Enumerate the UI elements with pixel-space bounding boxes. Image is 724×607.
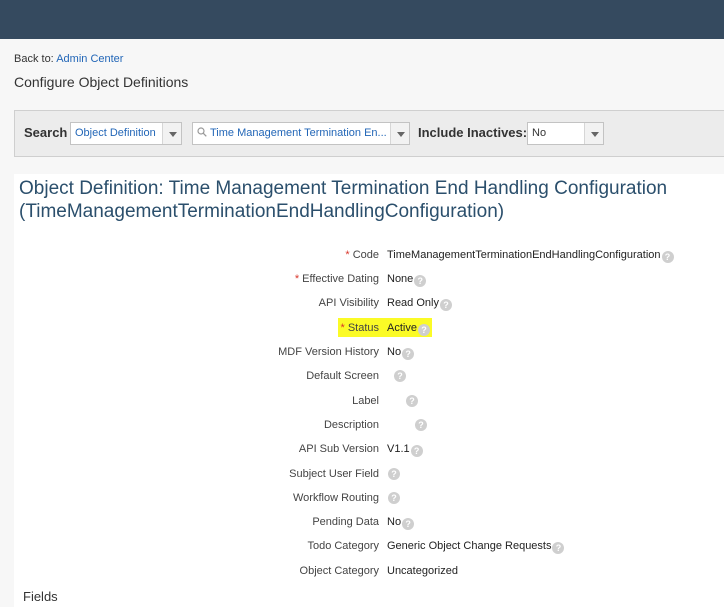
property-label: Object Category (300, 565, 379, 577)
property-row: Pending Data No? (0, 514, 724, 532)
property-row: API Visibility Read Only? (0, 295, 724, 313)
property-value-text: V1.1 (387, 443, 410, 455)
property-value: Generic Object Change Requests? (387, 540, 565, 554)
property-label: Pending Data (312, 516, 379, 528)
property-value-text: Generic Object Change Requests (387, 540, 552, 552)
property-label: * Status (340, 322, 379, 334)
object-search-dropdown[interactable]: Time Management Termination En... (192, 122, 410, 145)
property-label: Workflow Routing (293, 492, 379, 504)
title-line-2: (TimeManagementTerminationEndHandlingCon… (19, 201, 505, 222)
help-icon[interactable]: ? (394, 370, 406, 382)
required-marker: * (294, 273, 300, 285)
required-marker: * (340, 322, 345, 334)
property-label-text: Description (323, 419, 379, 431)
property-label-text: Status (347, 322, 379, 334)
property-row: Default Screen? (0, 368, 724, 386)
title-line-1: Object Definition: Time Management Termi… (19, 178, 668, 199)
object-definition-title: Object Definition: Time Management Termi… (19, 177, 719, 223)
include-inactives-dropdown[interactable]: No (527, 122, 604, 145)
help-icon[interactable]: ? (388, 492, 400, 504)
property-value: TimeManagementTerminationEndHandlingConf… (387, 249, 674, 263)
property-label: API Sub Version (299, 443, 379, 455)
help-icon[interactable]: ? (402, 518, 415, 530)
property-label-text: Default Screen (306, 370, 379, 382)
property-label: Label (352, 395, 379, 407)
search-icon (197, 127, 207, 137)
property-label-text: Subject User Field (289, 468, 379, 480)
help-icon[interactable]: ? (410, 445, 423, 457)
property-value-text: None (387, 273, 414, 285)
property-value: No? (387, 346, 415, 360)
chevron-down-icon (162, 123, 181, 144)
property-row: MDF Version History No? (0, 344, 724, 362)
fields-heading: Fields (23, 589, 58, 604)
property-label: MDF Version History (278, 346, 379, 358)
property-label: Todo Category (307, 540, 379, 552)
property-label-text: Code (352, 249, 379, 261)
object-search-value: Time Management Termination En... (210, 127, 387, 139)
property-label-text: MDF Version History (278, 346, 379, 358)
property-row: Description? (0, 417, 724, 435)
back-prefix: Back to: (14, 53, 54, 65)
property-label-text: Label (352, 395, 379, 407)
help-icon[interactable]: ? (402, 348, 415, 360)
breadcrumb: Back to: Admin Center (14, 53, 123, 65)
chevron-down-icon (390, 123, 409, 144)
property-value: Uncategorized (387, 565, 458, 577)
required-marker: * (345, 249, 350, 261)
property-value: Read Only? (387, 297, 452, 311)
property-label-text: Object Category (299, 565, 379, 577)
property-label-text: API Visibility (318, 297, 379, 309)
search-label: Search (24, 125, 68, 140)
property-label-text: Pending Data (312, 516, 379, 528)
property-value-text: No (387, 346, 402, 358)
property-value-text: Uncategorized (387, 565, 458, 577)
help-icon[interactable]: ? (552, 542, 565, 554)
property-label-text: Effective Dating (302, 273, 379, 285)
property-label-text: API Sub Version (298, 443, 379, 455)
help-icon[interactable]: ? (417, 324, 430, 336)
property-value-text: No (387, 516, 402, 528)
help-icon[interactable]: ? (661, 251, 674, 263)
property-row: Workflow Routing? (0, 490, 724, 508)
property-label: * Effective Dating (295, 273, 379, 285)
object-type-dropdown[interactable]: Object Definition (70, 122, 182, 145)
property-label: Default Screen (306, 370, 379, 382)
property-label: Description (324, 419, 379, 431)
property-row: * Code TimeManagementTerminationEndHandli… (0, 247, 724, 265)
property-label-text: Todo Category (307, 540, 379, 552)
include-inactives-value: No (532, 127, 547, 139)
property-label-text: Workflow Routing (293, 492, 379, 504)
include-inactives-label: Include Inactives: (418, 125, 528, 140)
property-value-text: Read Only (387, 297, 439, 309)
property-row: Label? (0, 393, 724, 411)
help-icon[interactable]: ? (415, 419, 427, 431)
property-row: Todo Category Generic Object Change Reque… (0, 538, 724, 556)
property-row: Subject User Field? (0, 466, 724, 484)
help-icon[interactable]: ? (414, 275, 427, 287)
page-title: Configure Object Definitions (14, 74, 189, 90)
help-icon[interactable]: ? (439, 299, 452, 311)
property-value-text: Active (387, 322, 417, 334)
property-label: * Code (345, 249, 379, 261)
object-type-value: Object Definition (75, 127, 156, 139)
search-bar: Search Object Definition Time Management… (14, 110, 724, 157)
property-label: API Visibility (319, 297, 379, 309)
property-row: * Status Active? (0, 320, 724, 338)
chevron-down-icon (584, 123, 603, 144)
property-value: V1.1? (387, 443, 423, 457)
property-value-text: TimeManagementTerminationEndHandlingConf… (387, 249, 661, 261)
property-label: Subject User Field (289, 468, 379, 480)
help-icon[interactable]: ? (406, 395, 418, 407)
property-row: * Effective Dating None? (0, 271, 724, 289)
property-value: Active? (387, 322, 430, 336)
property-value: None? (387, 273, 427, 287)
help-icon[interactable]: ? (388, 468, 400, 480)
property-row: API Sub Version V1.1? (0, 441, 724, 459)
shell-header-bar (0, 0, 724, 39)
admin-center-link[interactable]: Admin Center (56, 53, 123, 65)
property-row: Object Category Uncategorized (0, 563, 724, 581)
property-value: No? (387, 516, 415, 530)
